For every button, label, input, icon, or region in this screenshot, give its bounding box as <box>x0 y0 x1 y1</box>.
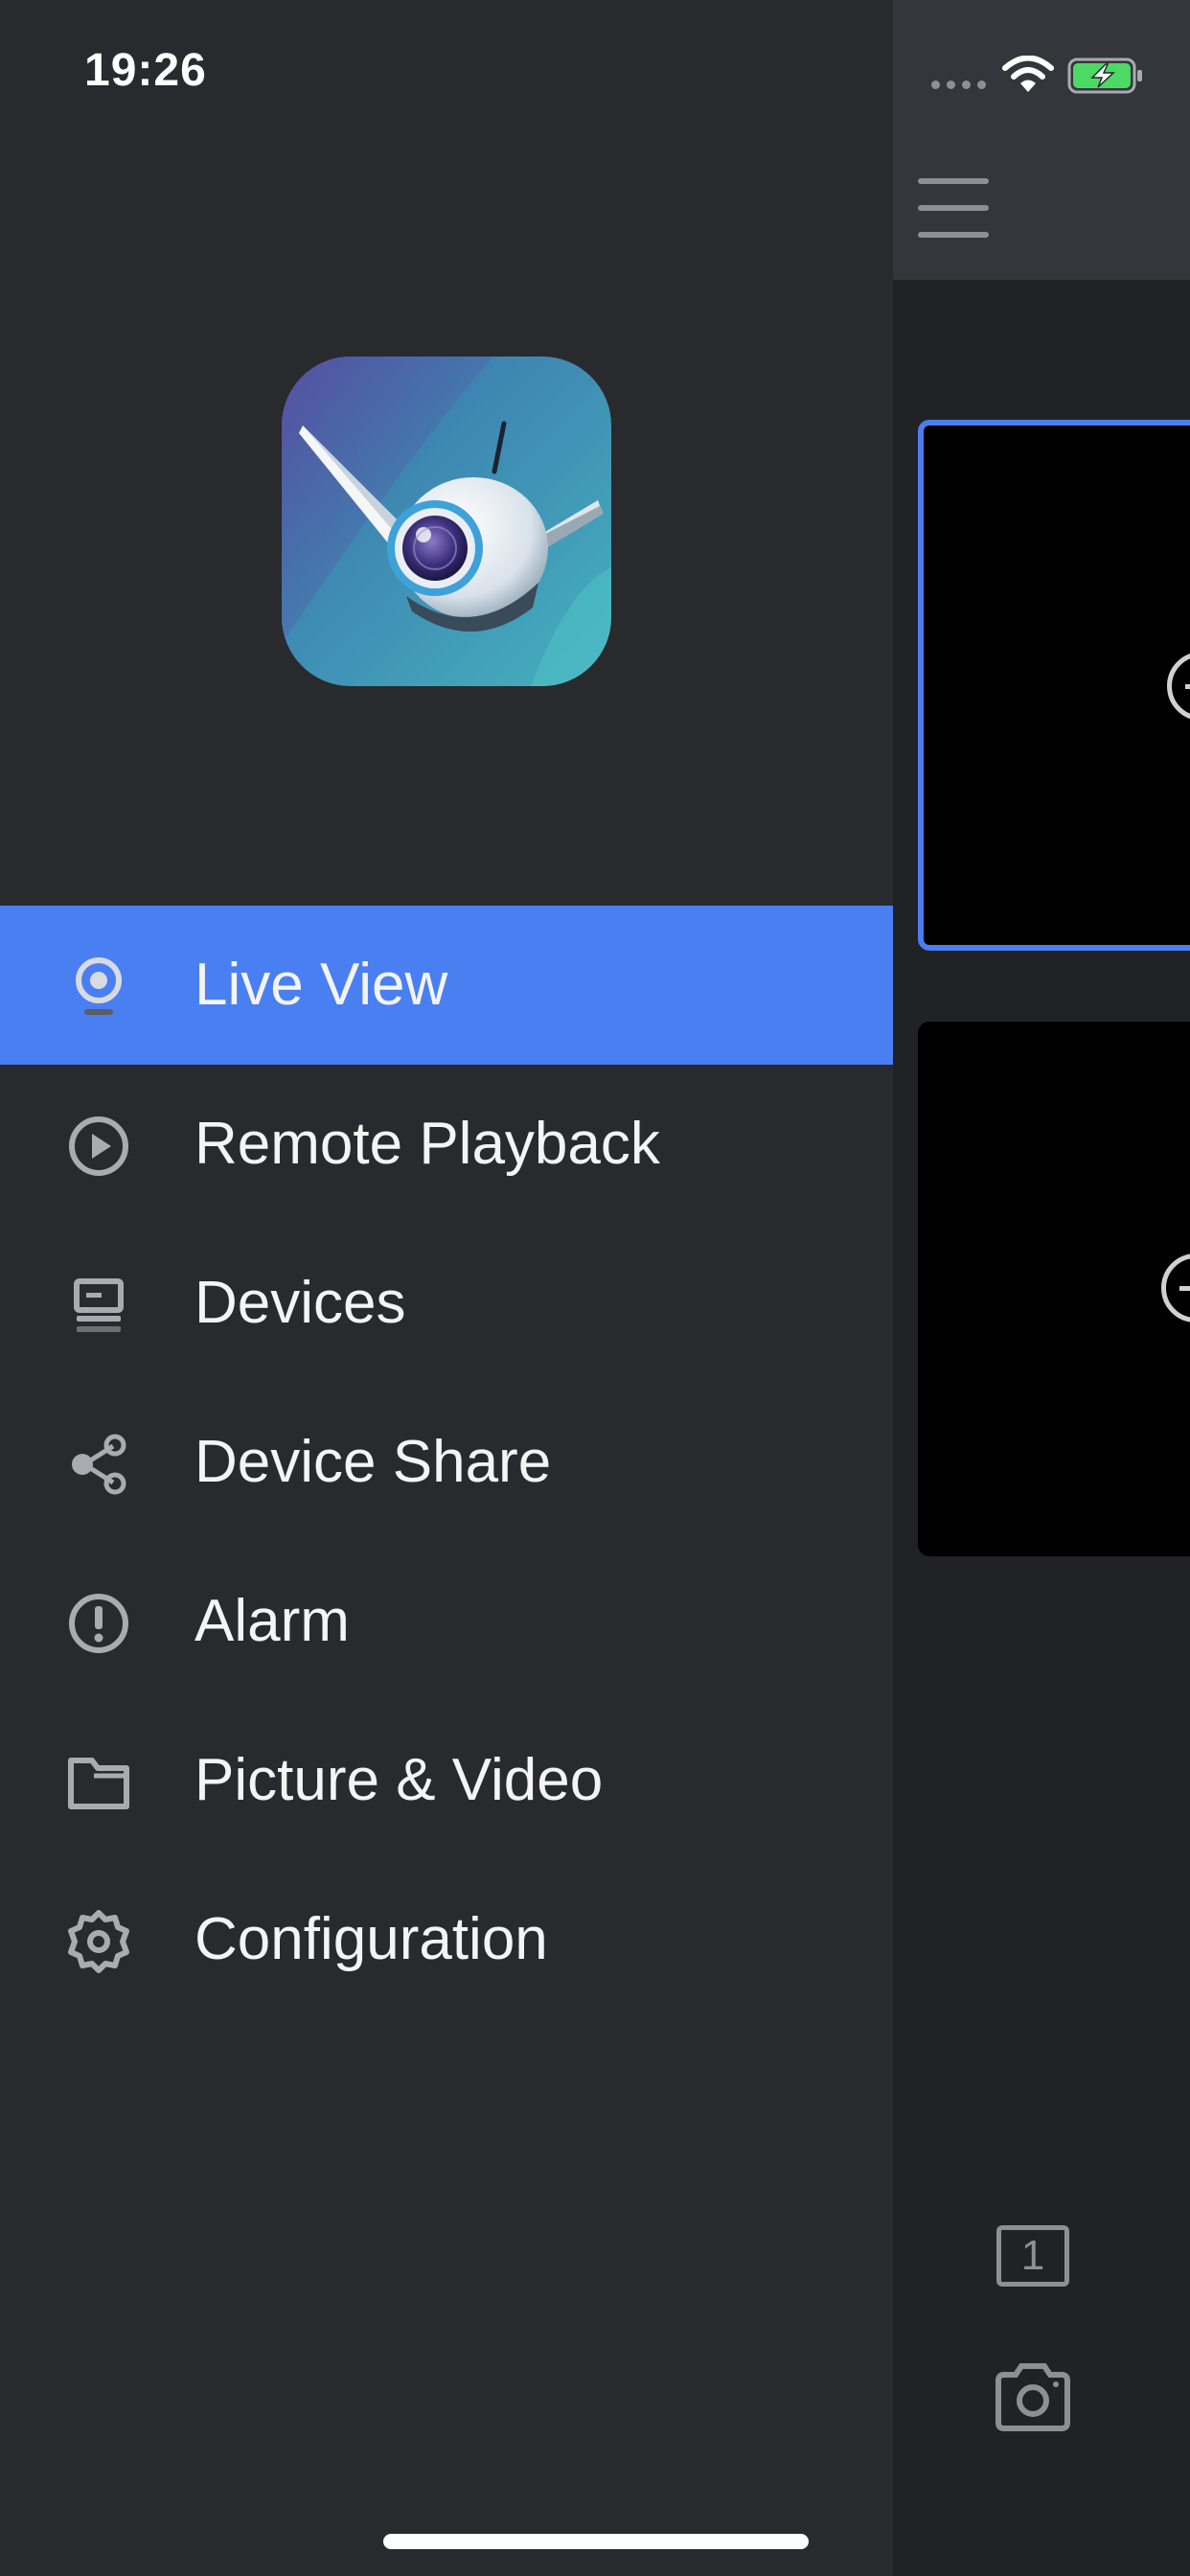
menu-item-device-share[interactable]: Device Share <box>0 1383 893 1542</box>
menu-item-label: Device Share <box>195 1429 552 1495</box>
menu-item-label: Configuration <box>195 1906 548 1972</box>
menu-item-devices[interactable]: Devices <box>0 1224 893 1383</box>
webcam-icon <box>76 957 122 1015</box>
video-tile[interactable] <box>918 1022 1190 1556</box>
cellular-signal-icon <box>931 80 987 90</box>
play-circle-icon <box>69 1116 128 1176</box>
robot-camera-app-logo <box>282 356 611 686</box>
share-icon <box>72 1434 126 1495</box>
menu-item-label: Remote Playback <box>195 1111 660 1177</box>
camera-snapshot-icon[interactable] <box>993 2361 1073 2432</box>
video-tile-selected[interactable] <box>918 420 1190 951</box>
menu-item-label: Picture & Video <box>195 1747 604 1813</box>
drawer-menu: Live View Remote Playback Devices Device… <box>0 906 893 2019</box>
add-camera-icon[interactable] <box>1161 1254 1190 1322</box>
hamburger-menu-icon[interactable] <box>918 178 989 238</box>
status-bar-time: 19:26 <box>84 45 207 96</box>
home-indicator[interactable] <box>383 2534 809 2549</box>
navigation-drawer: Live View Remote Playback Devices Device… <box>0 0 893 2576</box>
gear-icon <box>68 1910 129 1973</box>
menu-item-label: Live View <box>195 952 448 1018</box>
battery-charging-icon <box>1067 58 1142 94</box>
device-recorder-icon <box>74 1278 124 1332</box>
folder-icon <box>68 1758 129 1809</box>
menu-item-live-view[interactable]: Live View <box>0 906 893 1065</box>
menu-item-alarm[interactable]: Alarm <box>0 1542 893 1701</box>
alert-circle-icon <box>69 1594 128 1653</box>
split-layout-button[interactable]: 1 <box>996 2225 1069 2287</box>
menu-item-configuration[interactable]: Configuration <box>0 1860 893 2019</box>
add-camera-icon[interactable] <box>1167 652 1190 721</box>
menu-item-label: Alarm <box>195 1588 350 1654</box>
menu-item-remote-playback[interactable]: Remote Playback <box>0 1065 893 1224</box>
menu-item-picture-video[interactable]: Picture & Video <box>0 1701 893 1860</box>
live-view-header <box>893 0 1190 280</box>
menu-item-label: Devices <box>195 1270 406 1336</box>
wifi-icon <box>1002 56 1054 92</box>
